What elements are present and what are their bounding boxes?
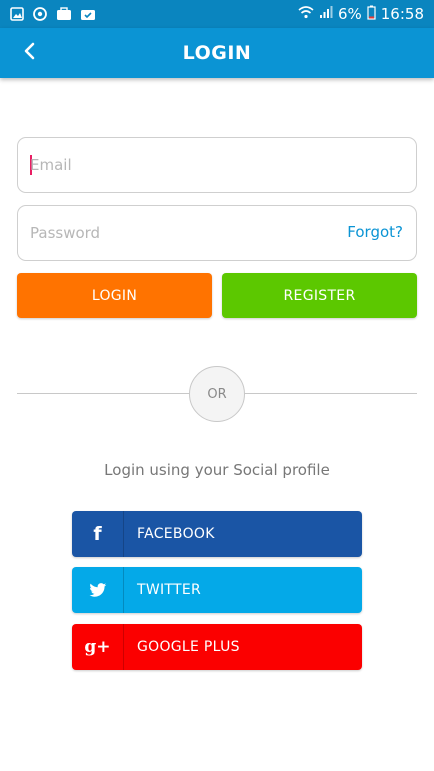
briefcase-icon <box>56 7 72 21</box>
back-arrow-icon <box>22 42 36 64</box>
twitter-label: TWITTER <box>137 582 202 598</box>
social-login-caption: Login using your Social profile <box>104 461 330 479</box>
battery-icon <box>367 5 376 24</box>
google-plus-label: GOOGLE PLUS <box>137 639 240 655</box>
app-bar: LOGIN <box>0 28 434 78</box>
status-time: 16:58 <box>380 5 424 23</box>
facebook-label: FACEBOOK <box>137 526 215 542</box>
facebook-login-button[interactable]: f FACEBOOK <box>72 511 362 557</box>
page-title: LOGIN <box>182 42 252 64</box>
password-field-container: Forgot? <box>17 205 417 261</box>
login-button[interactable]: LOGIN <box>17 273 212 318</box>
twitter-icon <box>72 567 124 613</box>
status-bar: 6% 16:58 <box>0 0 434 28</box>
back-button[interactable] <box>14 38 44 68</box>
password-input[interactable] <box>30 206 330 260</box>
briefcase-check-icon <box>80 7 96 21</box>
twitter-login-button[interactable]: TWITTER <box>72 567 362 613</box>
email-field-container <box>17 137 417 193</box>
sync-icon <box>32 6 48 22</box>
wifi-icon <box>298 5 314 23</box>
or-badge: OR <box>189 366 245 422</box>
gallery-icon <box>10 7 24 21</box>
forgot-password-link[interactable]: Forgot? <box>347 223 403 241</box>
status-system: 6% 16:58 <box>298 5 424 24</box>
email-input[interactable] <box>30 138 330 192</box>
register-button[interactable]: REGISTER <box>222 273 417 318</box>
google-plus-icon: g+ <box>72 624 124 670</box>
signal-icon <box>319 5 333 23</box>
google-plus-login-button[interactable]: g+ GOOGLE PLUS <box>72 624 362 670</box>
battery-percent: 6% <box>337 5 362 23</box>
facebook-icon: f <box>72 511 124 557</box>
status-notifications <box>10 6 96 22</box>
